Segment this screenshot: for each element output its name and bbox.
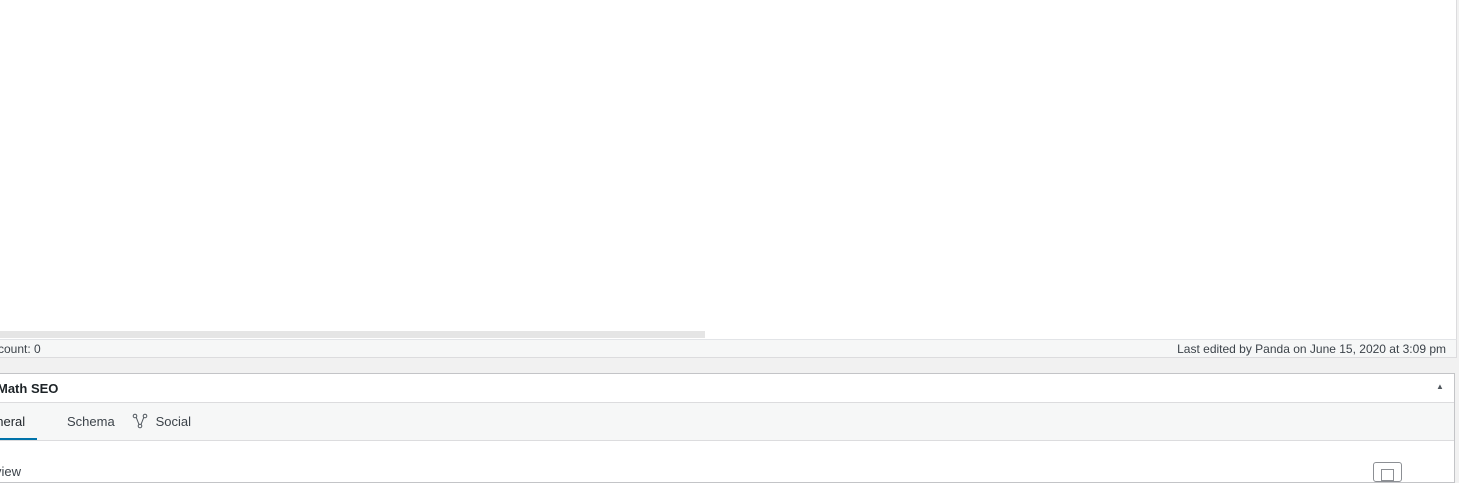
tab-social[interactable]: Social: [132, 403, 191, 440]
metabox-title: Math SEO: [0, 381, 59, 396]
preview-toggle-button[interactable]: [1373, 462, 1402, 482]
tab-label: Schema: [67, 414, 115, 429]
tab-label: eneral: [0, 414, 26, 429]
preview-label: view: [0, 464, 22, 479]
seo-tabs: eneral Schema Social: [0, 403, 1454, 441]
tab-general[interactable]: eneral: [0, 403, 38, 440]
last-edited-text: Last edited by Panda on June 15, 2020 at…: [1177, 342, 1446, 356]
horizontal-scrollbar[interactable]: [0, 331, 705, 338]
word-count: count: 0: [0, 342, 41, 356]
post-editor-content[interactable]: [0, 0, 1457, 339]
rank-math-seo-metabox: Math SEO ▲ eneral Schema Social view: [0, 373, 1455, 483]
share-nodes-icon: [132, 413, 148, 429]
tab-schema[interactable]: Schema: [67, 403, 115, 440]
tab-label: Social: [155, 414, 192, 429]
metabox-header[interactable]: Math SEO ▲: [0, 374, 1454, 403]
triangle-up-icon[interactable]: ▲: [1435, 382, 1445, 392]
editor-status-bar: count: 0 Last edited by Panda on June 15…: [0, 339, 1457, 358]
desktop-preview-icon: [1381, 469, 1394, 481]
